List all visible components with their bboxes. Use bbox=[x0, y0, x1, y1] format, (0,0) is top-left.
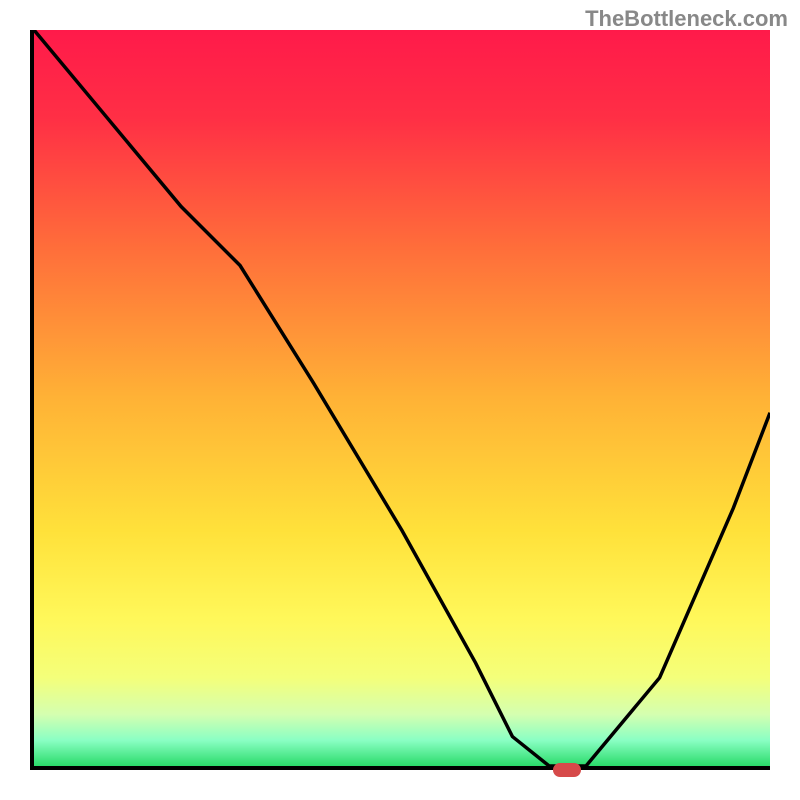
bottleneck-curve bbox=[34, 30, 770, 766]
optimal-marker bbox=[553, 763, 581, 777]
chart-container: TheBottleneck.com bbox=[0, 0, 800, 800]
watermark-text: TheBottleneck.com bbox=[585, 6, 788, 32]
plot-area bbox=[30, 30, 770, 770]
